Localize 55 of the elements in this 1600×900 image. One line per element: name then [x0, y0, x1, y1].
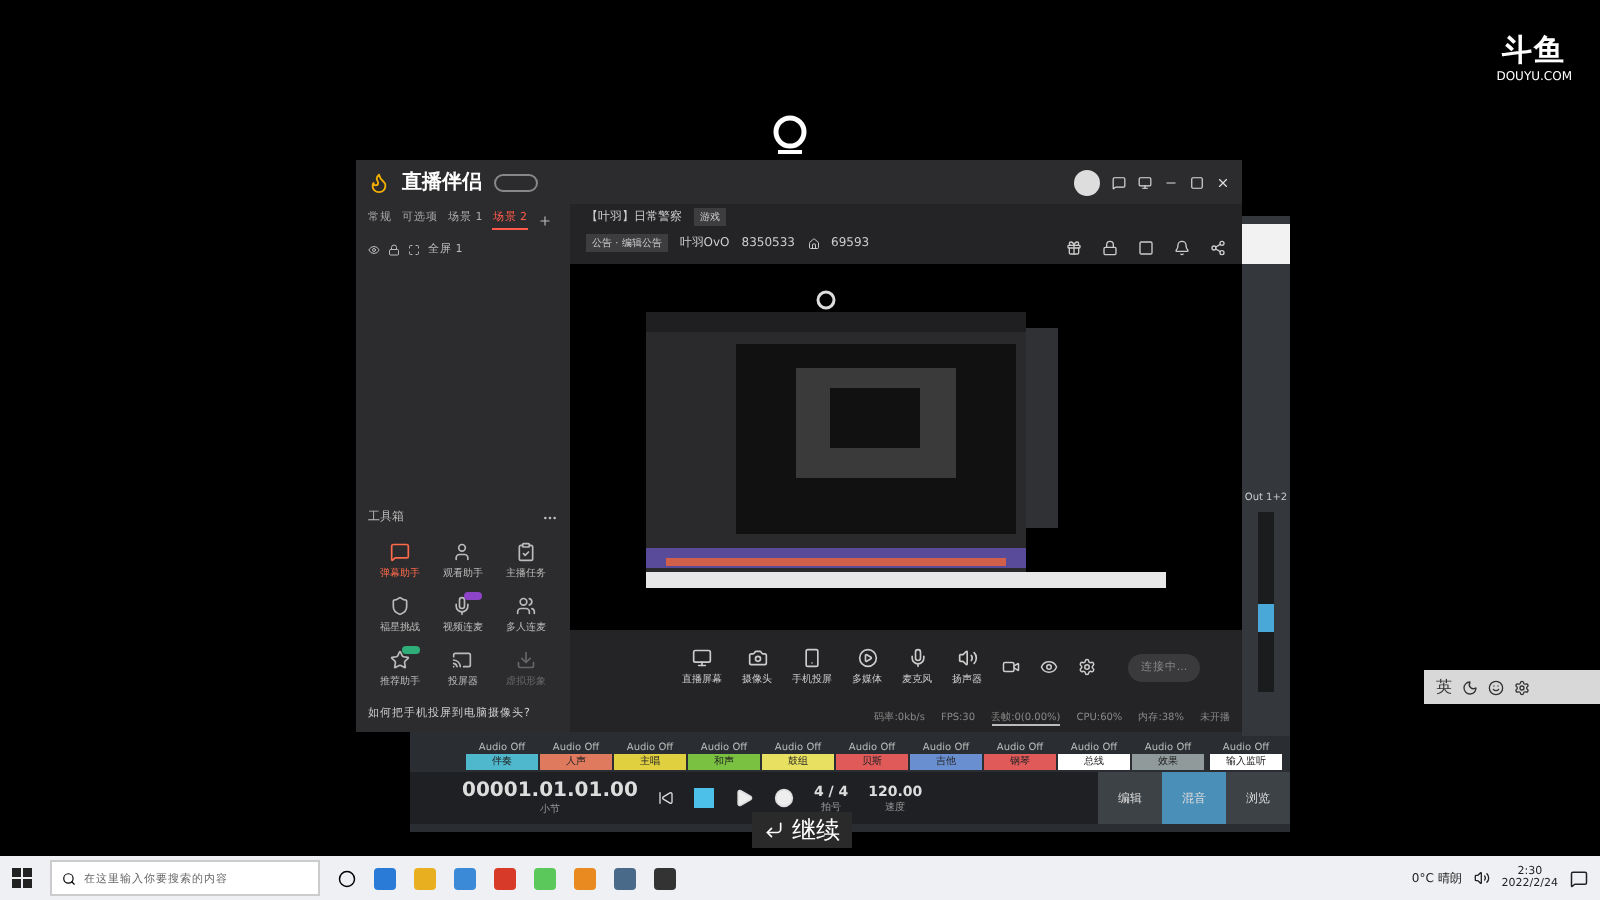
- microphone-icon: [907, 648, 927, 668]
- start-icon[interactable]: [12, 868, 32, 888]
- gift-icon[interactable]: [1066, 240, 1082, 256]
- emoji-icon[interactable]: [1488, 679, 1504, 695]
- eye-icon[interactable]: [1040, 658, 1058, 676]
- app-title: 直播伴侣: [402, 169, 482, 196]
- cast-icon: [452, 650, 473, 670]
- bell-icon[interactable]: [1174, 240, 1190, 256]
- home-icon: [807, 237, 820, 249]
- chat-icon: [389, 542, 410, 562]
- version-pill[interactable]: [494, 173, 538, 191]
- camera-icon: [747, 648, 767, 668]
- rewind-icon[interactable]: [657, 790, 674, 806]
- avatar: [1074, 169, 1100, 195]
- download-icon: [516, 650, 537, 670]
- people-icon: [516, 596, 537, 616]
- eye-icon[interactable]: [368, 243, 380, 255]
- return-icon: [764, 820, 784, 840]
- ime-mode: 英: [1436, 676, 1452, 698]
- subtitle-text: 继续: [792, 813, 840, 847]
- app-icon[interactable]: [614, 867, 636, 889]
- shield-icon: [389, 596, 410, 616]
- record-icon[interactable]: [773, 788, 794, 808]
- lock-icon[interactable]: [1102, 240, 1118, 256]
- monitor-icon: [692, 648, 712, 668]
- ring-icon: [768, 112, 812, 156]
- volume-fader[interactable]: [1258, 512, 1274, 692]
- lock-icon[interactable]: [388, 243, 400, 255]
- share-icon[interactable]: [1210, 240, 1226, 256]
- play-icon: [857, 648, 877, 668]
- volume-icon[interactable]: [1473, 870, 1490, 886]
- star-icon: [389, 650, 410, 670]
- person-icon: [452, 542, 473, 562]
- time-display: 00001.01.01.00: [462, 780, 638, 802]
- microphone-icon: [452, 596, 473, 616]
- task-view-icon[interactable]: [338, 869, 356, 887]
- speaker-icon: [957, 648, 977, 668]
- app-icon[interactable]: [654, 867, 676, 889]
- logo-text: 斗鱼: [1502, 32, 1567, 70]
- box-icon[interactable]: [1138, 240, 1154, 256]
- settings-icon[interactable]: [1514, 679, 1530, 695]
- app-logo-icon: [368, 171, 390, 193]
- play-icon[interactable]: [733, 788, 754, 808]
- clipboard-icon: [516, 542, 537, 562]
- search-icon: [62, 871, 76, 885]
- message-icon[interactable]: [1112, 175, 1126, 189]
- moon-icon[interactable]: [1462, 679, 1478, 695]
- screen-icon[interactable]: [1138, 175, 1152, 189]
- add-icon[interactable]: [537, 213, 551, 227]
- video-icon[interactable]: [1002, 658, 1020, 676]
- maximize-icon[interactable]: [1190, 175, 1204, 189]
- phone-icon: [802, 648, 822, 668]
- close-icon[interactable]: [1216, 175, 1230, 189]
- stop-button[interactable]: [693, 788, 714, 808]
- notification-icon[interactable]: [1570, 869, 1588, 887]
